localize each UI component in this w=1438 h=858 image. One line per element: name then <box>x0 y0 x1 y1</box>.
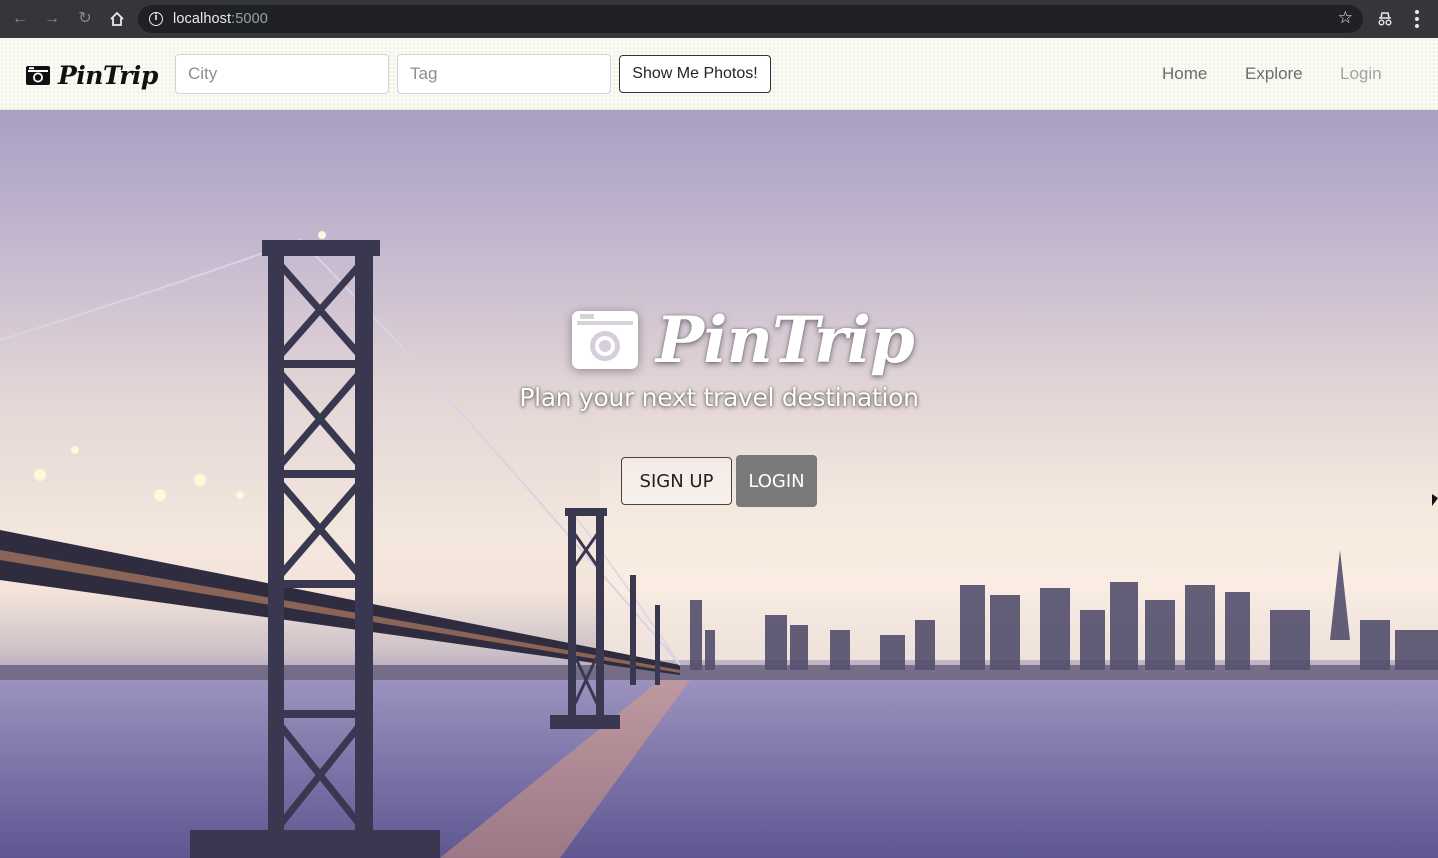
mouse-cursor-icon <box>1432 494 1438 506</box>
forward-arrow-icon[interactable]: → <box>42 9 62 29</box>
url-text[interactable]: localhost:5000 <box>173 11 268 27</box>
hero-title: PinTrip <box>656 302 915 378</box>
nav-link-login[interactable]: Login <box>1340 64 1382 84</box>
brand-logo[interactable]: PinTrip <box>26 60 158 90</box>
camera-icon <box>26 65 50 85</box>
hero-subtitle: Plan your next travel destination <box>519 383 919 412</box>
camera-icon <box>572 311 638 369</box>
show-photos-button[interactable]: Show Me Photos! <box>619 55 771 93</box>
address-bar[interactable]: i localhost:5000 ☆ <box>138 5 1363 33</box>
url-host: localhost <box>173 11 232 27</box>
nav-link-home[interactable]: Home <box>1162 64 1207 84</box>
sign-up-button[interactable]: SIGN UP <box>621 457 732 505</box>
tag-input[interactable] <box>397 54 611 94</box>
incognito-icon[interactable] <box>1376 10 1394 28</box>
reload-icon[interactable]: ↻ <box>75 9 95 29</box>
nav-link-explore[interactable]: Explore <box>1245 64 1303 84</box>
back-arrow-icon[interactable]: ← <box>10 9 30 29</box>
home-icon[interactable] <box>107 9 127 29</box>
city-input[interactable] <box>175 54 389 94</box>
hero-section: PinTrip Plan your next travel destinatio… <box>0 110 1438 858</box>
hero-title-row: PinTrip <box>572 300 915 380</box>
bookmark-star-icon[interactable]: ☆ <box>1338 8 1353 28</box>
site-navbar: PinTrip Show Me Photos! Home Explore Log… <box>0 38 1438 110</box>
login-button[interactable]: LOGIN <box>736 455 817 507</box>
browser-toolbar: ← → ↻ i localhost:5000 ☆ <box>0 0 1438 38</box>
kebab-menu-icon[interactable] <box>1410 9 1424 29</box>
info-icon[interactable]: i <box>149 12 163 26</box>
brand-name: PinTrip <box>58 60 158 90</box>
url-port: :5000 <box>231 11 268 27</box>
